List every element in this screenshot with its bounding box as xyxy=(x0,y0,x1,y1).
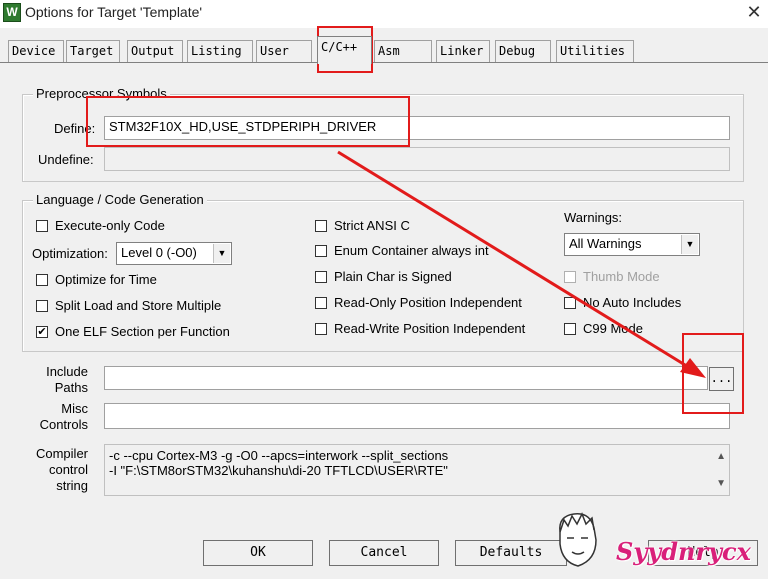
annotation-arrow xyxy=(337,150,706,378)
tab-cc[interactable]: C/C++ xyxy=(317,36,372,64)
